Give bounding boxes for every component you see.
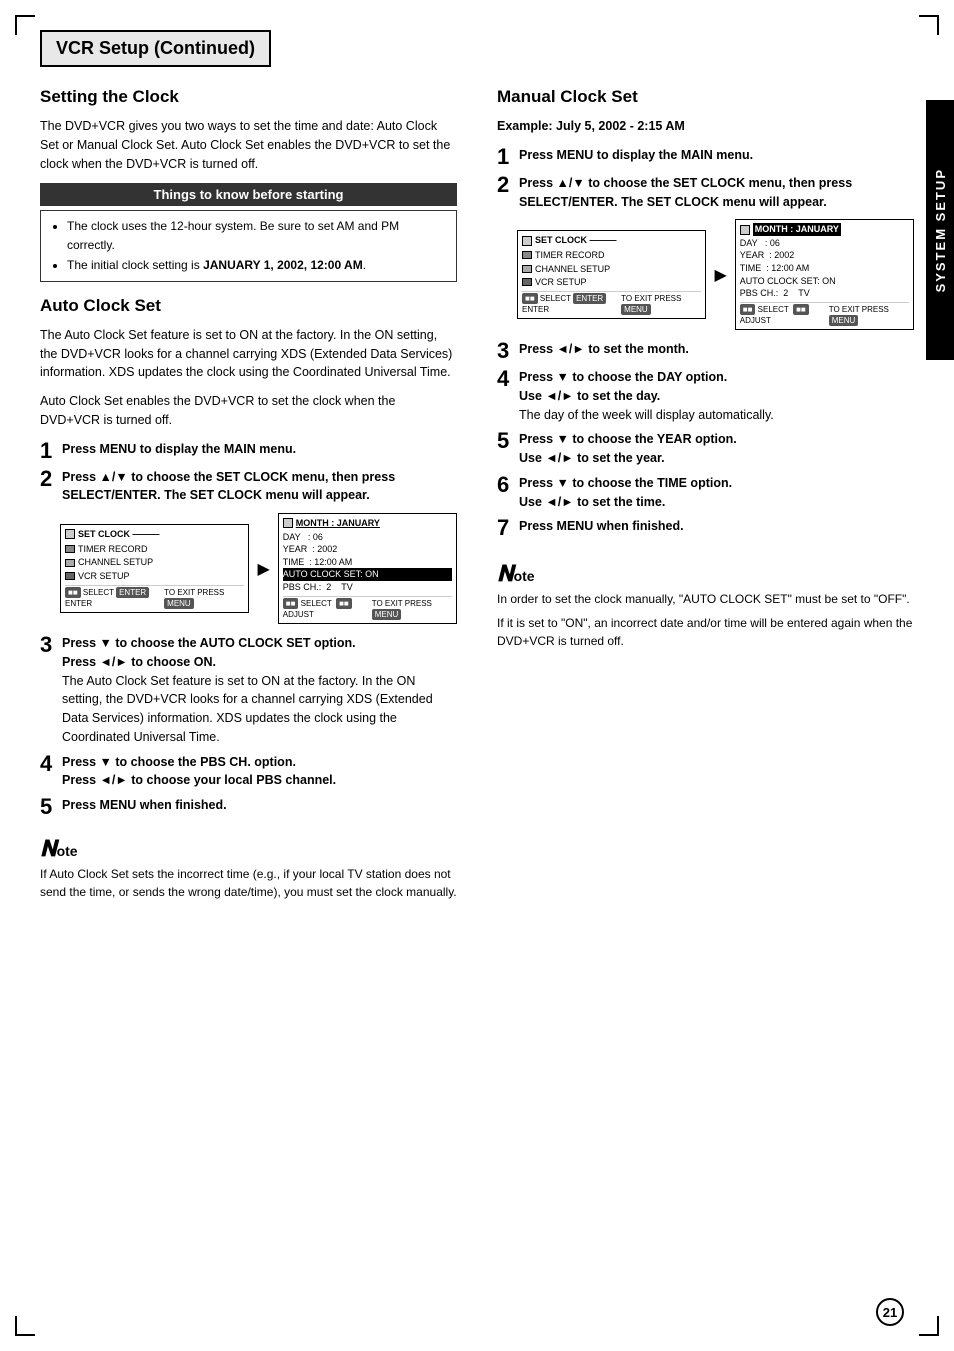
- know-item-2: The initial clock setting is JANUARY 1, …: [67, 256, 446, 275]
- auto-step-3: 3 Press ▼ to choose the AUTO CLOCK SET o…: [40, 634, 457, 747]
- auto-step-5: 5 Press MENU when finished.: [40, 796, 457, 818]
- auto-step-3-num: 3: [40, 634, 58, 656]
- manual-note-line1: In order to set the clock manually, "AUT…: [497, 590, 914, 608]
- auto-note: 𝐍ote If Auto Clock Set sets the incorrec…: [40, 832, 457, 901]
- manual-screen-left: SET CLOCK ——— TIMER RECORD CHANNEL SETUP…: [517, 230, 706, 319]
- manual-step-1-num: 1: [497, 146, 515, 168]
- setting-clock-body: The DVD+VCR gives you two ways to set th…: [40, 117, 457, 173]
- manual-screen-pair: SET CLOCK ——— TIMER RECORD CHANNEL SETUP…: [517, 219, 914, 330]
- manual-step-7: 7 Press MENU when finished.: [497, 517, 914, 539]
- page-title-box: VCR Setup (Continued): [40, 30, 271, 67]
- auto-step-2: 2 Press ▲/▼ to choose the SET CLOCK menu…: [40, 468, 457, 506]
- auto-step-5-num: 5: [40, 796, 58, 818]
- manual-note-n-icon: 𝐍: [497, 561, 514, 586]
- manual-step-6-num: 6: [497, 474, 515, 496]
- auto-clock-body1: The Auto Clock Set feature is set to ON …: [40, 326, 457, 382]
- auto-step-3-content: Press ▼ to choose the AUTO CLOCK SET opt…: [62, 634, 457, 747]
- auto-note-text: If Auto Clock Set sets the incorrect tim…: [40, 865, 457, 901]
- manual-step-4-content: Press ▼ to choose the DAY option. Use ◄/…: [519, 368, 914, 424]
- auto-step-1-content: Press MENU to display the MAIN menu.: [62, 440, 457, 459]
- manual-step-6: 6 Press ▼ to choose the TIME option. Use…: [497, 474, 914, 512]
- manual-step-2-content: Press ▲/▼ to choose the SET CLOCK menu, …: [519, 174, 914, 212]
- auto-step-2-content: Press ▲/▼ to choose the SET CLOCK menu, …: [62, 468, 457, 506]
- manual-note: 𝐍ote In order to set the clock manually,…: [497, 557, 914, 650]
- manual-step-1: 1 Press MENU to display the MAIN menu.: [497, 146, 914, 168]
- page-title: VCR Setup (Continued): [56, 38, 255, 59]
- manual-step-4: 4 Press ▼ to choose the DAY option. Use …: [497, 368, 914, 424]
- auto-step-1-num: 1: [40, 440, 58, 462]
- setting-clock-heading: Setting the Clock: [40, 87, 457, 107]
- manual-step-7-num: 7: [497, 517, 515, 539]
- manual-example: Example: July 5, 2002 - 2:15 AM: [497, 117, 914, 136]
- page-number: 21: [876, 1298, 904, 1326]
- auto-screen-pair: SET CLOCK ——— TIMER RECORD CHANNEL SETUP…: [60, 513, 457, 624]
- manual-screen-arrow: ▶: [714, 265, 726, 285]
- auto-screen-right: MONTH : JANUARY DAY : 06 YEAR : 2002 TIM…: [278, 513, 457, 624]
- note-ote: ote: [57, 843, 78, 859]
- auto-step-1: 1 Press MENU to display the MAIN menu.: [40, 440, 457, 462]
- auto-step-4-num: 4: [40, 753, 58, 775]
- know-content: The clock uses the 12-hour system. Be su…: [40, 210, 457, 282]
- know-item-1: The clock uses the 12-hour system. Be su…: [67, 217, 446, 255]
- manual-step-6-content: Press ▼ to choose the TIME option. Use ◄…: [519, 474, 914, 512]
- auto-screen-left: SET CLOCK ——— TIMER RECORD CHANNEL SETUP…: [60, 524, 249, 613]
- manual-note-ote: ote: [514, 568, 535, 584]
- left-column: Setting the Clock The DVD+VCR gives you …: [40, 87, 467, 901]
- auto-step-5-content: Press MENU when finished.: [62, 796, 457, 815]
- manual-step-1-content: Press MENU to display the MAIN menu.: [519, 146, 914, 165]
- manual-step-3-num: 3: [497, 340, 515, 362]
- manual-step-5-num: 5: [497, 430, 515, 452]
- right-column: Manual Clock Set Example: July 5, 2002 -…: [497, 87, 914, 901]
- auto-step-4: 4 Press ▼ to choose the PBS CH. option. …: [40, 753, 457, 791]
- manual-note-line2: If it is set to "ON", an incorrect date …: [497, 614, 914, 650]
- manual-screen-right: MONTH : JANUARY DAY : 06 YEAR : 2002 TIM…: [735, 219, 914, 330]
- know-box-title: Things to know before starting: [40, 183, 457, 206]
- manual-step-2: 2 Press ▲/▼ to choose the SET CLOCK menu…: [497, 174, 914, 212]
- auto-step-4-content: Press ▼ to choose the PBS CH. option. Pr…: [62, 753, 457, 791]
- auto-clock-body2: Auto Clock Set enables the DVD+VCR to se…: [40, 392, 457, 430]
- manual-clock-heading: Manual Clock Set: [497, 87, 914, 107]
- auto-clock-set-heading: Auto Clock Set: [40, 296, 457, 316]
- manual-step-2-num: 2: [497, 174, 515, 196]
- note-n-icon: 𝐍: [40, 836, 57, 861]
- manual-step-3: 3 Press ◄/► to set the month.: [497, 340, 914, 362]
- manual-step-5: 5 Press ▼ to choose the YEAR option. Use…: [497, 430, 914, 468]
- manual-step-7-content: Press MENU when finished.: [519, 517, 914, 536]
- manual-step-5-content: Press ▼ to choose the YEAR option. Use ◄…: [519, 430, 914, 468]
- manual-step-3-content: Press ◄/► to set the month.: [519, 340, 914, 359]
- manual-step-4-num: 4: [497, 368, 515, 390]
- auto-screen-arrow: ▶: [257, 559, 269, 579]
- two-column-layout: Setting the Clock The DVD+VCR gives you …: [40, 87, 914, 901]
- auto-step-2-num: 2: [40, 468, 58, 490]
